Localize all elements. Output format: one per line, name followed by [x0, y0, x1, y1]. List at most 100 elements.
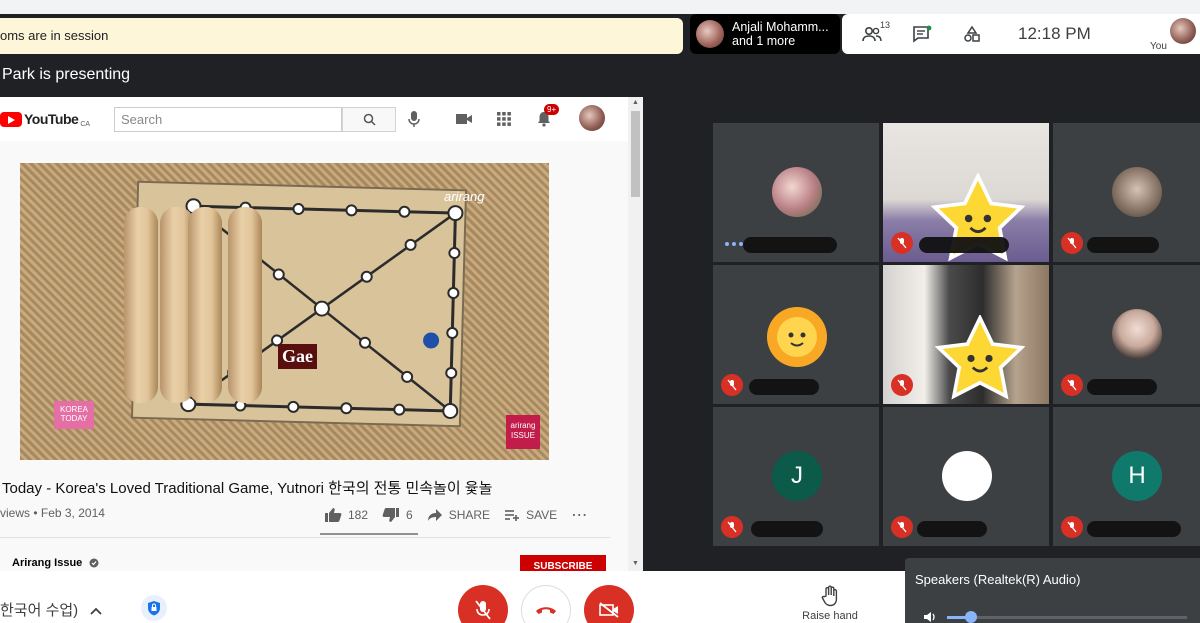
avatar	[772, 167, 822, 217]
save-label: SAVE	[526, 508, 558, 522]
participant-tile[interactable]	[712, 264, 880, 405]
presenter-more: and 1 more	[732, 34, 796, 48]
youtube-search-button[interactable]	[342, 107, 396, 132]
like-button[interactable]: 182	[324, 507, 368, 523]
participant-tile[interactable]: H	[1052, 406, 1200, 547]
chevron-up-icon	[90, 607, 102, 615]
redacted-name	[917, 521, 987, 537]
presenter-name: Anjali Mohamm...	[732, 20, 829, 34]
raise-hand-label: Raise hand	[802, 610, 858, 622]
video-actions: 182 6 SHARE SAVE ⋯	[324, 505, 587, 525]
shield-lock-icon	[148, 601, 160, 616]
channel-label: Arirang Issue	[12, 557, 83, 569]
muted-mic-icon	[1061, 232, 1083, 254]
thumbs-down-icon	[382, 508, 400, 522]
youtube-logo[interactable]: YouTube CA	[0, 111, 90, 128]
chat-button[interactable]	[902, 14, 942, 54]
search-icon	[363, 113, 376, 126]
hang-up-icon	[536, 607, 556, 614]
participant-tile[interactable]	[1052, 122, 1200, 263]
video-meta: views • Feb 3, 2014	[0, 506, 105, 520]
save-button[interactable]: SAVE	[504, 508, 557, 522]
muted-mic-icon	[721, 374, 743, 396]
youtube-search-input[interactable]: Search	[114, 107, 342, 132]
muted-mic-icon	[891, 374, 913, 396]
clock: 12:18 PM	[1018, 24, 1091, 43]
yut-stick	[124, 207, 158, 403]
meet-bottom-bar: 한국어 수업) Raise hand	[0, 571, 905, 623]
youtube-region: CA	[80, 120, 91, 128]
video-title[interactable]: Today - Korea's Loved Traditional Game, …	[2, 477, 492, 498]
yut-stick	[188, 207, 222, 403]
leave-call-button[interactable]	[521, 585, 571, 623]
arirang-issue-logo: arirang ISSUE	[506, 415, 540, 449]
redacted-name	[1087, 237, 1159, 253]
volume-knob[interactable]	[965, 611, 977, 623]
speaker-volume-popup: Speakers (Realtek(R) Audio)	[905, 558, 1200, 623]
participant-tile[interactable]	[882, 264, 1050, 405]
camera-toggle-button[interactable]	[584, 585, 634, 623]
you-label: You	[1150, 41, 1167, 52]
participant-tile[interactable]	[712, 122, 880, 263]
camera-off-icon	[599, 602, 619, 618]
participant-tile[interactable]: J	[712, 406, 880, 547]
like-count: 182	[348, 508, 369, 522]
gae-label: Gae	[278, 344, 317, 369]
more-actions-button[interactable]: ⋯	[571, 505, 587, 525]
initial-avatar: H	[1112, 451, 1162, 501]
chat-icon	[913, 25, 932, 43]
activities-button[interactable]	[952, 14, 992, 54]
people-count: 13	[880, 20, 891, 30]
meeting-details-button[interactable]: 한국어 수업)	[0, 599, 102, 620]
raise-hand-button[interactable]: Raise hand	[800, 585, 860, 622]
apps-button[interactable]	[493, 108, 515, 130]
avatar	[1112, 167, 1162, 217]
youtube-header: YouTube CA Search 9+	[0, 97, 628, 141]
speaker-device-label: Speakers (Realtek(R) Audio)	[915, 572, 1081, 587]
presenting-label: Park is presenting	[2, 66, 131, 83]
scroll-down-arrow-icon[interactable]: ▼	[632, 560, 639, 567]
dislike-button[interactable]: 6	[382, 507, 413, 523]
people-button[interactable]: 13	[852, 14, 892, 54]
verified-check-icon	[89, 558, 99, 568]
mic-off-icon	[475, 600, 491, 620]
speaking-indicator-icon	[725, 242, 743, 246]
subscribe-button[interactable]: SUBSCRIBE	[520, 555, 606, 571]
star-face-icon	[935, 315, 1025, 400]
host-controls-button[interactable]	[141, 595, 167, 621]
presenter-pill[interactable]: Anjali Mohamm... and 1 more	[690, 14, 840, 54]
muted-mic-icon	[1061, 374, 1083, 396]
scroll-up-arrow-icon[interactable]: ▲	[632, 99, 639, 106]
participant-tile[interactable]	[882, 406, 1050, 547]
redacted-name	[1087, 521, 1181, 537]
redacted-name	[749, 379, 819, 395]
initial-avatar: J	[772, 451, 822, 501]
divider	[0, 537, 610, 538]
channel-name[interactable]: Arirang Issue	[12, 557, 99, 569]
breakout-rooms-banner: oms are in session	[0, 18, 683, 54]
initial-avatar	[942, 451, 992, 501]
muted-mic-icon	[891, 516, 913, 538]
shapes-icon	[964, 25, 980, 42]
like-ratio-bar	[320, 533, 418, 535]
notification-count: 9+	[544, 104, 560, 115]
create-video-button[interactable]	[453, 108, 475, 130]
participant-tile[interactable]	[1052, 264, 1200, 405]
participant-tile[interactable]	[882, 122, 1050, 263]
redacted-name	[919, 237, 1009, 253]
mic-button[interactable]	[403, 108, 425, 130]
participant-grid: J H	[712, 122, 1200, 547]
mic-icon	[408, 111, 420, 127]
youtube-play-icon	[0, 111, 22, 127]
self-avatar[interactable]: You	[1148, 14, 1196, 54]
video-thumbnail[interactable]: Gae arirang KOREA TODAY arirang ISSUE	[20, 163, 549, 460]
playlist-add-icon	[505, 510, 520, 521]
share-button[interactable]: SHARE	[427, 508, 490, 522]
youtube-account-avatar[interactable]	[579, 105, 605, 131]
volume-slider[interactable]	[947, 611, 1187, 623]
more-icon: ⋯	[571, 507, 588, 524]
microphone-toggle-button[interactable]	[458, 585, 508, 623]
video-camera-icon	[456, 114, 472, 124]
meeting-name: 한국어 수업)	[0, 602, 79, 619]
scrollbar-thumb[interactable]	[631, 111, 640, 197]
